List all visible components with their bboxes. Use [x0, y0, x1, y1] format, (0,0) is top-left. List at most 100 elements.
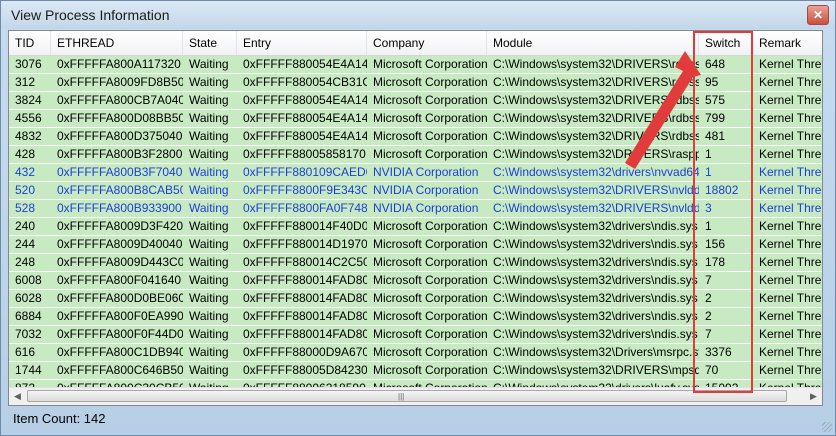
cell-entry: 0xFFFFF880014FAD80	[243, 309, 367, 323]
scroll-right-icon[interactable]: ▶	[805, 388, 822, 405]
table-row[interactable]: 432 0xFFFFFA800B3F7040 Waiting 0xFFFFF88010…	[9, 164, 822, 182]
table-row[interactable]: 6884 0xFFFFFA800F0EA990 Waiting 0xFFFFF8800…	[9, 308, 822, 326]
cell-module: C:\Windows\system32\DRIVERS\rdbss.sys	[493, 93, 699, 107]
cell-ethread: 0xFFFFFA800CB7A040	[57, 93, 183, 107]
cell-company: Microsoft Corporation	[373, 219, 487, 233]
cell-switch: 2	[705, 291, 712, 305]
column-header-tid[interactable]: TID	[9, 31, 51, 55]
cell-remark: Kernel Thre	[759, 165, 822, 179]
resize-grip-icon[interactable]	[822, 422, 832, 432]
cell-remark: Kernel Thre	[759, 345, 822, 359]
cell-entry: 0xFFFFF880014FAD80	[243, 291, 367, 305]
table-row[interactable]: 312 0xFFFFFA8009FD8B50 Waiting 0xFFFFF88005…	[9, 74, 822, 92]
cell-company: Microsoft Corporation	[373, 273, 487, 287]
cell-state: Waiting	[189, 327, 229, 341]
cell-switch: 7	[705, 327, 712, 341]
cell-tid: 3824	[15, 93, 42, 107]
horizontal-scrollbar[interactable]: ◀ ||| ▶	[9, 387, 822, 405]
cell-state: Waiting	[189, 57, 229, 71]
cell-entry: 0xFFFFF880054E4A14	[243, 57, 367, 71]
cell-tid: 520	[15, 183, 36, 197]
table-row[interactable]: 7032 0xFFFFFA800F0F44D0 Waiting 0xFFFFF8800…	[9, 326, 822, 344]
column-header-module[interactable]: Module	[487, 31, 699, 55]
column-header-entry[interactable]: Entry	[237, 31, 367, 55]
cell-state: Waiting	[189, 219, 229, 233]
table-row[interactable]: 428 0xFFFFFA800B3F2800 Waiting 0xFFFFF88005…	[9, 146, 822, 164]
cell-switch: 18802	[705, 183, 739, 197]
cell-tid: 248	[15, 255, 36, 269]
cell-state: Waiting	[189, 165, 229, 179]
cell-switch: 1	[705, 147, 712, 161]
table-row[interactable]: 244 0xFFFFFA8009D40040 Waiting 0xFFFFF88001…	[9, 236, 822, 254]
cell-remark: Kernel Thre	[759, 93, 822, 107]
cell-remark: Kernel Thre	[759, 219, 822, 233]
column-header-state[interactable]: State	[183, 31, 237, 55]
cell-company: Microsoft Corporation	[373, 111, 487, 125]
cell-tid: 4556	[15, 111, 42, 125]
thread-list[interactable]: TID ETHREAD State Entry Company Module S…	[8, 30, 823, 406]
cell-module: C:\Windows\system32\DRIVERS\nvlddm...	[493, 201, 699, 215]
cell-tid: 6008	[15, 273, 42, 287]
cell-entry: 0xFFFFF880109CAED0	[243, 165, 367, 179]
table-row[interactable]: 616 0xFFFFFA800C1DB940 Waiting 0xFFFFF88000…	[9, 344, 822, 362]
cell-tid: 4832	[15, 129, 42, 143]
cell-remark: Kernel Thre	[759, 201, 822, 215]
table-row[interactable]: 248 0xFFFFFA8009D443C0 Waiting 0xFFFFF88001…	[9, 254, 822, 272]
cell-ethread: 0xFFFFFA800B933900	[57, 201, 182, 215]
cell-module: C:\Windows\system32\drivers\ndis.sys	[493, 309, 698, 323]
cell-ethread: 0xFFFFFA800D08BB50	[57, 111, 183, 125]
cell-tid: 312	[15, 75, 36, 89]
table-row[interactable]: 1744 0xFFFFFA800C646B50 Waiting 0xFFFFF8800…	[9, 362, 822, 380]
table-row[interactable]: 240 0xFFFFFA8009D3F420 Waiting 0xFFFFF88001…	[9, 218, 822, 236]
table-row[interactable]: 6028 0xFFFFFA800D0BE060 Waiting 0xFFFFF8800…	[9, 290, 822, 308]
cell-switch: 799	[705, 111, 726, 125]
cell-entry: 0xFFFFF880014F40D0	[243, 219, 367, 233]
table-row[interactable]: 4832 0xFFFFFA800D375040 Waiting 0xFFFFF8800…	[9, 128, 822, 146]
cell-remark: Kernel Thre	[759, 75, 822, 89]
cell-switch: 70	[705, 363, 719, 377]
cell-entry: 0xFFFFF880054E4A14	[243, 93, 367, 107]
cell-state: Waiting	[189, 201, 229, 215]
cell-state: Waiting	[189, 147, 229, 161]
table-row[interactable]: 528 0xFFFFFA800B933900 Waiting 0xFFFFF8800F…	[9, 200, 822, 218]
cell-module: C:\Windows\system32\drivers\ndis.sys	[493, 273, 698, 287]
title-bar[interactable]: View Process Information ✕	[1, 1, 835, 29]
cell-company: Microsoft Corporation	[373, 147, 487, 161]
cell-entry: 0xFFFFF8800F9E343C	[243, 183, 367, 197]
column-header-switch[interactable]: Switch	[699, 31, 753, 55]
cell-entry: 0xFFFFF880014FAD80	[243, 273, 367, 287]
cell-company: NVIDIA Corporation	[373, 183, 479, 197]
cell-state: Waiting	[189, 75, 229, 89]
cell-module: C:\Windows\system32\Drivers\msrpc.sys	[493, 345, 699, 359]
cell-ethread: 0xFFFFFA8009D3F420	[57, 219, 183, 233]
grip-icon: |||	[398, 392, 405, 401]
cell-state: Waiting	[189, 129, 229, 143]
cell-tid: 6028	[15, 291, 42, 305]
cell-ethread: 0xFFFFFA800B3F2800	[57, 147, 183, 161]
close-button[interactable]: ✕	[807, 5, 829, 25]
cell-tid: 432	[15, 165, 36, 179]
table-row[interactable]: 3824 0xFFFFFA800CB7A040 Waiting 0xFFFFF8800…	[9, 92, 822, 110]
cell-tid: 3076	[15, 57, 42, 71]
column-header-remark[interactable]: Remark	[753, 31, 822, 55]
column-header-ethread[interactable]: ETHREAD	[51, 31, 183, 55]
cell-company: Microsoft Corporation	[373, 255, 487, 269]
cell-module: C:\Windows\system32\DRIVERS\rdbss.sys	[493, 57, 699, 71]
table-row[interactable]: 6008 0xFFFFFA800F041640 Waiting 0xFFFFF8800…	[9, 272, 822, 290]
cell-company: Microsoft Corporation	[373, 129, 487, 143]
cell-remark: Kernel Thre	[759, 363, 822, 377]
table-row[interactable]: 4556 0xFFFFFA800D08BB50 Waiting 0xFFFFF8800…	[9, 110, 822, 128]
cell-ethread: 0xFFFFFA800F041640	[57, 273, 182, 287]
cell-company: NVIDIA Corporation	[373, 165, 479, 179]
cell-state: Waiting	[189, 273, 229, 287]
cell-switch: 648	[705, 57, 726, 71]
cell-ethread: 0xFFFFFA8009FD8B50	[57, 75, 183, 89]
cell-state: Waiting	[189, 183, 229, 197]
cell-ethread: 0xFFFFFA800D375040	[57, 129, 183, 143]
scroll-thumb[interactable]: |||	[27, 390, 787, 402]
column-header-company[interactable]: Company	[367, 31, 487, 55]
table-row[interactable]: 3076 0xFFFFFA800A117320 Waiting 0xFFFFF8800…	[9, 56, 822, 74]
scroll-left-icon[interactable]: ◀	[9, 388, 26, 405]
cell-switch: 178	[705, 255, 726, 269]
table-row[interactable]: 520 0xFFFFFA800B8CAB50 Waiting 0xFFFFF8800F…	[9, 182, 822, 200]
